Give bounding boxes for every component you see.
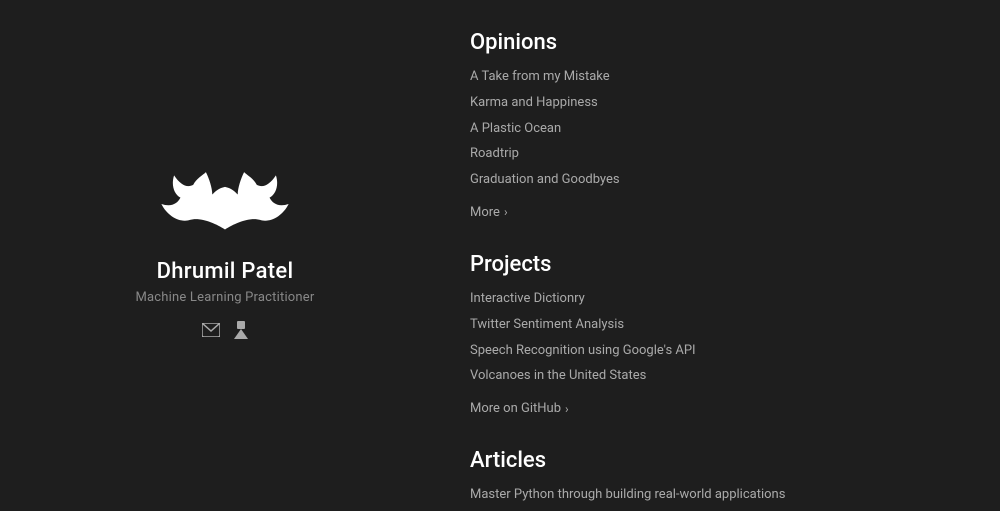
list-item: Master Python through building real-worl…: [470, 483, 960, 506]
batman-logo: [160, 169, 290, 239]
section-articles: Articles Master Python through building r…: [470, 448, 960, 511]
section-opinions: Opinions A Take from my Mistake Karma and …: [470, 30, 960, 220]
more-link-projects[interactable]: More on GitHub ›: [470, 401, 569, 416]
profile-icons: [202, 321, 248, 343]
list-item-link[interactable]: Twitter Sentiment Analysis: [470, 317, 624, 332]
email-icon[interactable]: [202, 322, 220, 341]
left-panel: Dhrumil Patel Machine Learning Practitio…: [0, 0, 450, 511]
badge-icon[interactable]: [234, 321, 248, 343]
list-item-link[interactable]: A Take from my Mistake: [470, 69, 610, 84]
right-panel: Opinions A Take from my Mistake Karma and …: [450, 0, 1000, 511]
more-label: More on GitHub: [470, 401, 561, 416]
list-item: A Take from my Mistake: [470, 65, 960, 88]
list-item-link[interactable]: Master Python through building real-worl…: [470, 487, 785, 502]
list-item: Twitter Sentiment Analysis: [470, 313, 960, 336]
list-item-link[interactable]: Roadtrip: [470, 146, 519, 161]
list-item-link[interactable]: Graduation and Goodbyes: [470, 172, 620, 187]
more-arrow: ›: [565, 402, 569, 416]
list-item: Volcanoes in the United States: [470, 364, 960, 387]
more-link-opinions[interactable]: More ›: [470, 205, 508, 220]
list-item: A Plastic Ocean: [470, 117, 960, 140]
profile-name: Dhrumil Patel: [157, 259, 294, 284]
section-title-opinions: Opinions: [470, 30, 960, 55]
list-item-link[interactable]: A Plastic Ocean: [470, 121, 561, 136]
list-item: Karma and Happiness: [470, 91, 960, 114]
profile-title: Machine Learning Practitioner: [135, 290, 314, 305]
list-item: Graduation and Goodbyes: [470, 168, 960, 191]
section-projects: Projects Interactive Dictionry Twitter Sen…: [470, 252, 960, 416]
list-item: Speech Recognition using Google's API: [470, 339, 960, 362]
section-title-articles: Articles: [470, 448, 960, 473]
list-item-link[interactable]: Speech Recognition using Google's API: [470, 343, 696, 358]
list-item-link[interactable]: Karma and Happiness: [470, 95, 598, 110]
list-item: Interactive Dictionry: [470, 287, 960, 310]
list-item-link[interactable]: Interactive Dictionry: [470, 291, 585, 306]
list-item-link[interactable]: Volcanoes in the United States: [470, 368, 646, 383]
section-title-projects: Projects: [470, 252, 960, 277]
more-arrow: ›: [504, 205, 508, 219]
section-links-projects: Interactive Dictionry Twitter Sentiment A…: [470, 287, 960, 387]
more-label: More: [470, 205, 500, 220]
section-links-articles: Master Python through building real-worl…: [470, 483, 960, 511]
section-links-opinions: A Take from my Mistake Karma and Happines…: [470, 65, 960, 191]
list-item: Roadtrip: [470, 142, 960, 165]
